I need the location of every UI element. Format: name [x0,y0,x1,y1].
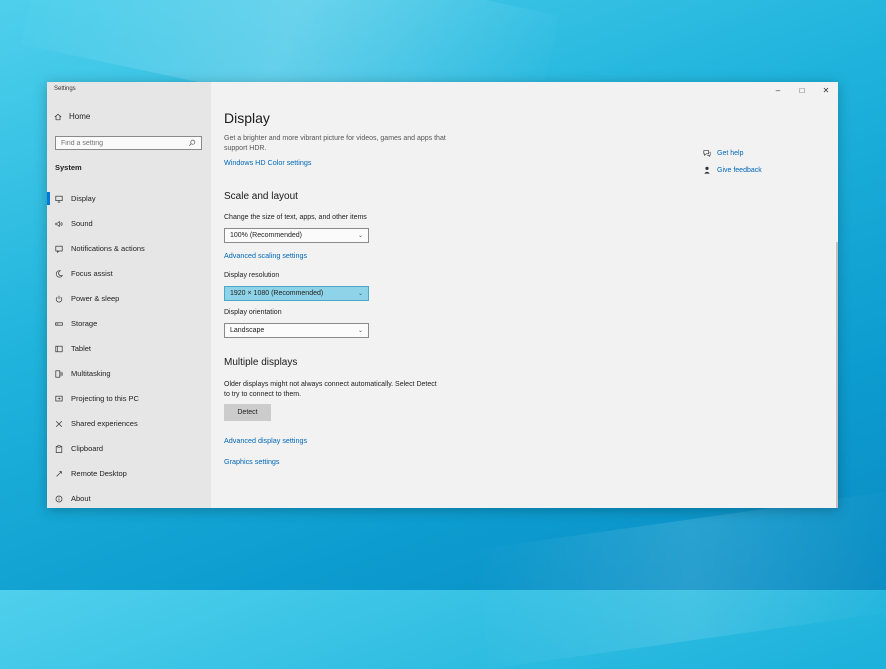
sidebar-item-label: Multitasking [71,369,111,378]
get-help-link[interactable]: Get help [703,149,743,157]
chevron-down-icon: ⌄ [357,291,363,297]
search-box[interactable] [55,136,202,150]
resolution-value: 1920 × 1080 (Recommended) [230,290,324,297]
sidebar-item-shared-experiences[interactable]: Shared experiences [47,411,211,436]
resolution-label: Display resolution [224,272,280,279]
info-icon [55,495,63,503]
clipboard-icon [55,444,63,453]
sidebar-item-label: Sound [71,219,93,228]
multiple-displays-description: Older displays might not always connect … [224,381,437,398]
sidebar-item-label: Power & sleep [71,294,120,303]
notification-icon [55,245,63,253]
scale-dropdown[interactable]: 100% (Recommended) ⌄ [224,228,369,243]
sidebar-item-clipboard[interactable]: Clipboard [47,436,211,461]
sidebar-item-tablet[interactable]: Tablet [47,336,211,361]
window-title: Settings [54,86,76,92]
multitasking-icon [55,369,63,378]
orientation-label: Display orientation [224,309,282,316]
chevron-down-icon: ⌄ [357,328,363,334]
maximize-button[interactable]: □ [790,82,814,98]
sidebar-item-label: Clipboard [71,444,104,453]
scrollbar[interactable] [836,242,838,508]
tablet-icon [55,345,63,353]
window-controls: – □ ✕ [766,82,838,98]
page-title: Display [224,110,270,126]
multiple-displays-heading: Multiple displays [224,357,298,368]
main-content: – □ ✕ Display Get a brighter and more vi… [211,82,838,508]
sidebar-item-about[interactable]: About [47,486,211,508]
home-label: Home [69,112,91,121]
sidebar-item-label: Shared experiences [71,419,138,428]
settings-window: Settings Home System Display Sound [47,82,838,508]
home-link[interactable]: Home [54,112,90,121]
sidebar-item-multitasking[interactable]: Multitasking [47,361,211,386]
orientation-value: Landscape [230,327,265,334]
orientation-dropdown[interactable]: Landscape ⌄ [224,323,369,338]
sidebar-item-label: Focus assist [71,269,113,278]
sidebar-item-label: Storage [71,319,98,328]
search-input[interactable] [61,139,181,147]
close-button[interactable]: ✕ [814,82,838,98]
resolution-dropdown[interactable]: 1920 × 1080 (Recommended) ⌄ [224,286,369,301]
projecting-icon [55,395,63,403]
give-feedback-label: Give feedback [717,166,762,174]
chat-help-icon [703,149,711,157]
sidebar-item-label: Projecting to this PC [71,394,139,403]
sidebar-item-projecting[interactable]: Projecting to this PC [47,386,211,411]
graphics-settings-link[interactable]: Graphics settings [224,457,280,466]
home-icon [54,113,62,121]
scale-value: 100% (Recommended) [230,232,302,239]
sidebar-item-storage[interactable]: Storage [47,311,211,336]
sidebar-item-label: Display [71,194,96,203]
desktop-light-streak [473,491,886,669]
section-label-system: System [55,163,82,172]
speaker-icon [55,220,63,228]
sidebar-item-power-sleep[interactable]: Power & sleep [47,286,211,311]
sidebar-item-label: Remote Desktop [71,469,127,478]
hdr-color-settings-link[interactable]: Windows HD Color settings [224,158,311,167]
monitor-icon [55,195,63,203]
detect-button[interactable]: Detect [224,404,271,421]
get-help-label: Get help [717,149,744,157]
sidebar: Settings Home System Display Sound [47,82,211,508]
search-icon[interactable] [188,139,196,147]
sidebar-item-label: About [71,494,91,503]
sidebar-item-display[interactable]: Display [47,186,211,211]
chevron-down-icon: ⌄ [357,233,363,239]
power-icon [55,295,63,303]
hdr-description: Get a brighter and more vibrant picture … [224,135,446,152]
feedback-icon [703,166,711,174]
sidebar-item-label: Tablet [71,344,92,353]
advanced-display-link[interactable]: Advanced display settings [224,436,307,445]
sidebar-item-sound[interactable]: Sound [47,211,211,236]
sidebar-item-remote-desktop[interactable]: Remote Desktop [47,461,211,486]
minimize-button[interactable]: – [766,82,790,98]
advanced-scaling-link[interactable]: Advanced scaling settings [224,251,307,260]
scale-layout-heading: Scale and layout [224,191,298,202]
sidebar-item-label: Notifications & actions [71,244,145,253]
shared-icon [55,420,63,428]
storage-icon [55,320,63,328]
remote-desktop-icon [55,470,63,478]
scale-label: Change the size of text, apps, and other… [224,214,367,221]
sidebar-item-notifications[interactable]: Notifications & actions [47,236,211,261]
moon-icon [55,269,63,278]
sidebar-item-focus-assist[interactable]: Focus assist [47,261,211,286]
give-feedback-link[interactable]: Give feedback [703,166,762,174]
nav-list: Display Sound Notifications & actions Fo… [47,186,211,508]
